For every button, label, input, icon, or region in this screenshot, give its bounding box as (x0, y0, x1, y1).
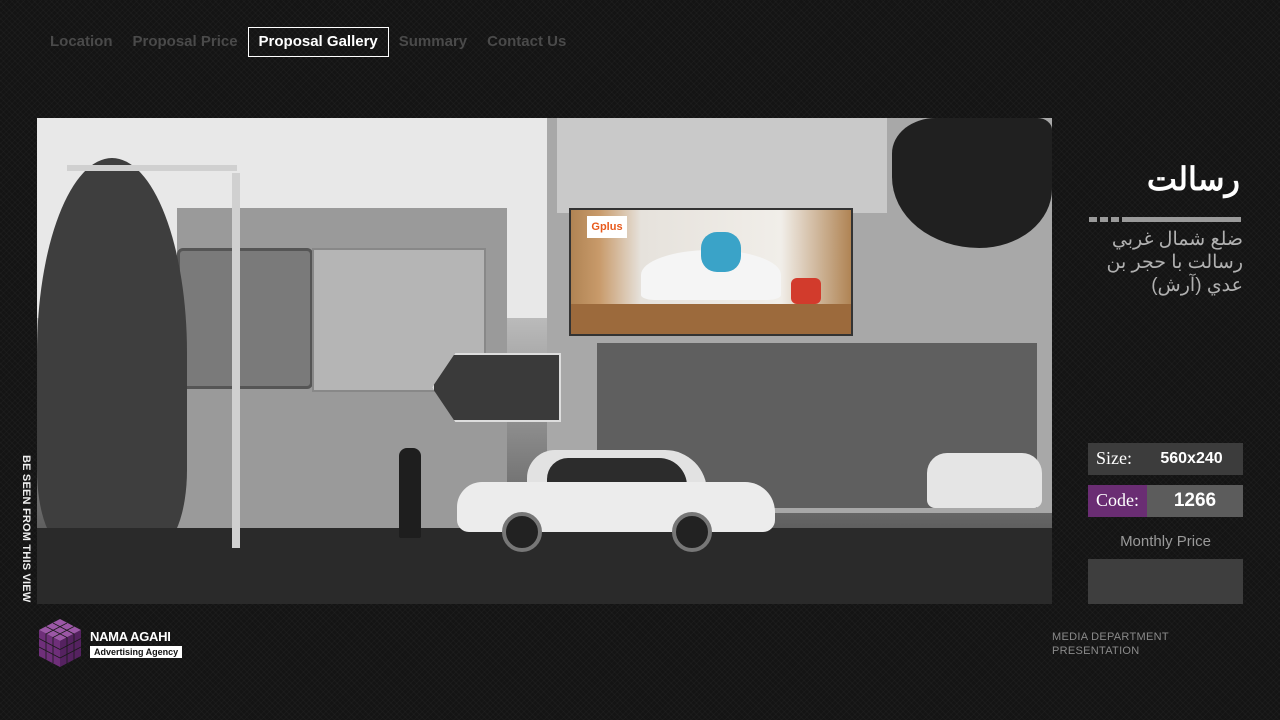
photo-car (457, 450, 775, 552)
photo-street-sign (432, 353, 561, 422)
billboard-chair (791, 278, 821, 304)
photo-light-arm (67, 165, 237, 171)
size-box: Size: 560x240 (1088, 443, 1243, 475)
photo-shop-sign (177, 248, 313, 389)
location-description: ضلع شمال غربي رسالت با حجر بن عدي (آرش) (1106, 229, 1244, 296)
photo-tree-left (37, 158, 187, 548)
nav-proposal-price[interactable]: Proposal Price (123, 27, 248, 57)
view-caption: BE SEEN FROM THIS VIEW (20, 455, 32, 603)
billboard-snowboarder (701, 232, 741, 272)
top-nav: Location Proposal Price Proposal Gallery… (40, 27, 576, 57)
agency-logo: NAMA AGAHI Advertising Agency (37, 616, 187, 670)
monthly-price-label: Monthly Price (1120, 533, 1211, 550)
footer-label: MEDIA DEPARTMENT PRESENTATION (1052, 630, 1169, 658)
footer-line-2: PRESENTATION (1052, 645, 1140, 657)
photo-light-pole (232, 173, 240, 548)
billboard-floor (571, 304, 851, 334)
nav-location[interactable]: Location (40, 27, 123, 57)
billboard-location-photo: Gplus (37, 118, 1052, 604)
billboard: Gplus (569, 208, 853, 336)
code-value: 1266 (1173, 490, 1217, 511)
billboard-brand-logo: Gplus (587, 216, 627, 238)
nav-contact-us[interactable]: Contact Us (477, 27, 576, 57)
car-wheel-front (672, 512, 712, 552)
cube-logo-icon (37, 617, 83, 669)
title-divider (1089, 217, 1244, 222)
location-title: رسالت (1146, 161, 1240, 197)
code-label: Code: (1088, 485, 1147, 517)
code-box: Code: 1266 (1088, 485, 1243, 517)
monthly-price-value (1088, 559, 1243, 604)
agency-tagline: Advertising Agency (90, 645, 183, 658)
size-label: Size: (1088, 443, 1140, 475)
photo-building-upper (557, 118, 887, 213)
size-value: 560x240 (1160, 450, 1223, 467)
footer-line-1: MEDIA DEPARTMENT (1052, 631, 1169, 643)
agency-name: NAMA AGAHI (90, 628, 171, 644)
photo-car-parked (927, 453, 1042, 508)
nav-summary[interactable]: Summary (389, 27, 477, 57)
photo-pedestrian (399, 448, 421, 538)
car-wheel-rear (502, 512, 542, 552)
nav-proposal-gallery[interactable]: Proposal Gallery (247, 27, 389, 57)
